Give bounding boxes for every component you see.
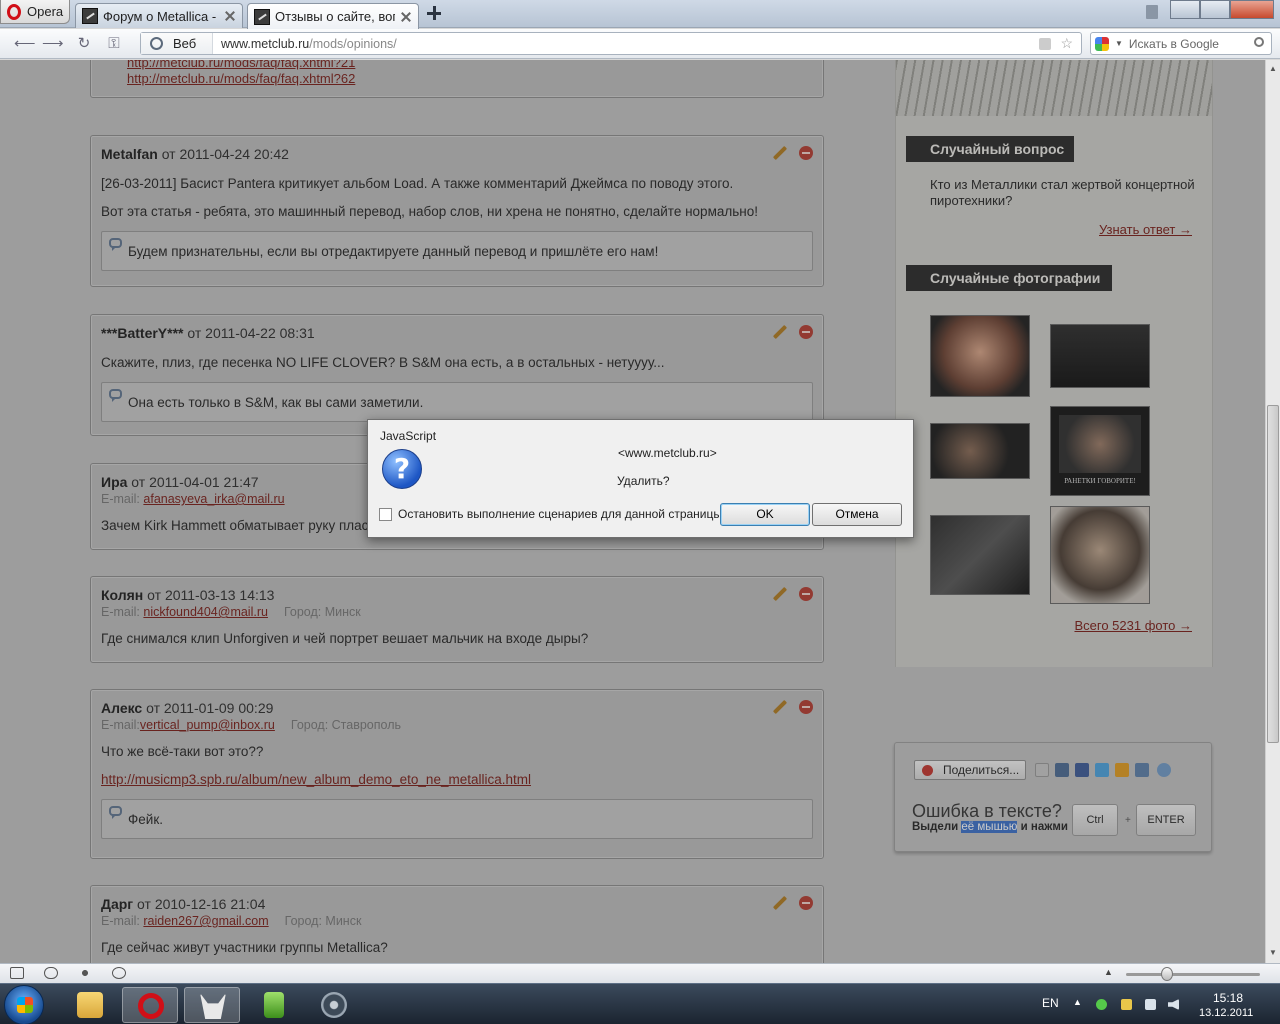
- browser-status-bar: ▲: [0, 963, 1280, 983]
- tab-title: Отзывы о сайте, вопр...: [275, 9, 395, 24]
- clock-date[interactable]: 13.12.2011: [1199, 1007, 1253, 1019]
- zoom-slider-knob[interactable]: [1161, 967, 1173, 981]
- zoom-slider-track[interactable]: [1126, 973, 1260, 976]
- taskbar-app-green[interactable]: [246, 987, 302, 1023]
- address-toolbar: ⟵ ⟶ ↻ ⚿ Веб www.metclub.ru/mods/opinions…: [0, 29, 1280, 59]
- opera-menu-button[interactable]: Opera: [0, 0, 70, 24]
- fox-icon: [200, 993, 226, 1019]
- taskbar-foobar[interactable]: [184, 987, 240, 1023]
- tray-app-icon[interactable]: [1096, 999, 1107, 1010]
- dialog-title: JavaScript: [380, 429, 437, 443]
- dialog-host: <www.metclub.ru>: [618, 446, 717, 460]
- opera-link-share-icon[interactable]: [78, 967, 92, 979]
- scroll-up-icon[interactable]: ▲: [1269, 64, 1277, 73]
- engine-dropdown-chevron-icon[interactable]: ▼: [1115, 39, 1123, 48]
- maximize-button[interactable]: [1200, 0, 1230, 19]
- url-host: www.metclub.ru: [221, 36, 310, 51]
- opera-menu-label: Opera: [27, 4, 64, 19]
- windows-taskbar: EN ▲ 15:18 13.12.2011: [0, 983, 1280, 1024]
- minimize-button[interactable]: [1170, 0, 1200, 19]
- opera-unite-cloud-icon[interactable]: [44, 967, 58, 979]
- rss-feed-icon[interactable]: [1039, 38, 1051, 50]
- javascript-confirm-dialog: JavaScript ? <www.metclub.ru> Удалить? О…: [367, 419, 914, 538]
- steam-icon: [321, 992, 347, 1018]
- taskbar-opera[interactable]: [122, 987, 178, 1023]
- back-arrow-icon[interactable]: ⟵: [14, 36, 36, 52]
- wand-key-icon[interactable]: ⚿: [106, 36, 122, 52]
- scroll-down-icon[interactable]: ▼: [1269, 948, 1277, 957]
- start-button[interactable]: [4, 985, 44, 1024]
- opera-logo-icon: [7, 3, 21, 20]
- forward-arrow-icon[interactable]: ⟶: [42, 36, 64, 52]
- tab-metallica-forum[interactable]: Форум о Metallica - Вс...: [75, 3, 243, 28]
- ok-button[interactable]: OK: [720, 503, 810, 526]
- window-controls: [1170, 0, 1274, 19]
- volume-icon[interactable]: [1168, 999, 1179, 1010]
- dialog-message: Удалить?: [617, 474, 670, 488]
- search-input[interactable]: ▼ Искать в Google: [1090, 32, 1272, 55]
- network-icon[interactable]: [1145, 999, 1156, 1010]
- site-favicon-icon: [254, 8, 270, 25]
- tray-expand-icon[interactable]: ▲: [1073, 997, 1082, 1007]
- google-search-engine-icon[interactable]: [1095, 36, 1109, 51]
- close-window-button[interactable]: [1230, 0, 1274, 19]
- globe-icon: [150, 37, 163, 50]
- taskbar-explorer[interactable]: [62, 987, 118, 1023]
- tab-close-icon[interactable]: [400, 11, 412, 23]
- stop-scripts-label[interactable]: Остановить выполнение сценариев для данн…: [398, 507, 722, 521]
- opera-icon: [138, 993, 164, 1019]
- security-shield-icon[interactable]: [1121, 999, 1132, 1010]
- scrollbar-thumb[interactable]: [1267, 405, 1279, 743]
- zoom-menu-icon[interactable]: ▲: [1104, 967, 1113, 977]
- tab-opinions[interactable]: Отзывы о сайте, вопр...: [247, 3, 419, 29]
- address-url[interactable]: www.metclub.ru/mods/opinions/: [213, 37, 397, 51]
- tab-bar: Opera Форум о Metallica - Вс... Отзывы о…: [0, 0, 1280, 29]
- address-mode-badge[interactable]: Веб: [141, 33, 213, 54]
- turbo-gauge-icon[interactable]: [112, 967, 126, 979]
- address-mode-label: Веб: [173, 36, 197, 51]
- language-indicator[interactable]: EN: [1042, 996, 1059, 1010]
- tab-title: Форум о Metallica - Вс...: [103, 8, 219, 24]
- site-favicon-icon: [82, 8, 98, 24]
- cancel-button[interactable]: Отмена: [812, 503, 902, 526]
- green-app-icon: [264, 992, 284, 1018]
- closed-tabs-trash-icon[interactable]: [1146, 5, 1158, 19]
- stop-scripts-checkbox[interactable]: [379, 508, 392, 521]
- bookmark-star-icon[interactable]: ☆: [1060, 35, 1073, 52]
- page-scrollbar[interactable]: ▲ ▼: [1265, 60, 1280, 963]
- tab-close-icon[interactable]: [224, 10, 236, 22]
- address-field[interactable]: Веб www.metclub.ru/mods/opinions/ ☆: [140, 32, 1082, 55]
- panel-toggle-icon[interactable]: [10, 967, 24, 979]
- search-icon[interactable]: [1254, 37, 1264, 47]
- new-tab-plus-icon[interactable]: [426, 5, 442, 21]
- reload-icon[interactable]: ↻: [76, 36, 92, 52]
- clock-time[interactable]: 15:18: [1213, 991, 1243, 1005]
- question-icon: ?: [382, 449, 422, 489]
- taskbar-steam[interactable]: [306, 987, 362, 1023]
- folder-icon: [77, 992, 103, 1018]
- url-path: /mods/opinions/: [309, 36, 397, 51]
- search-placeholder: Искать в Google: [1128, 36, 1219, 51]
